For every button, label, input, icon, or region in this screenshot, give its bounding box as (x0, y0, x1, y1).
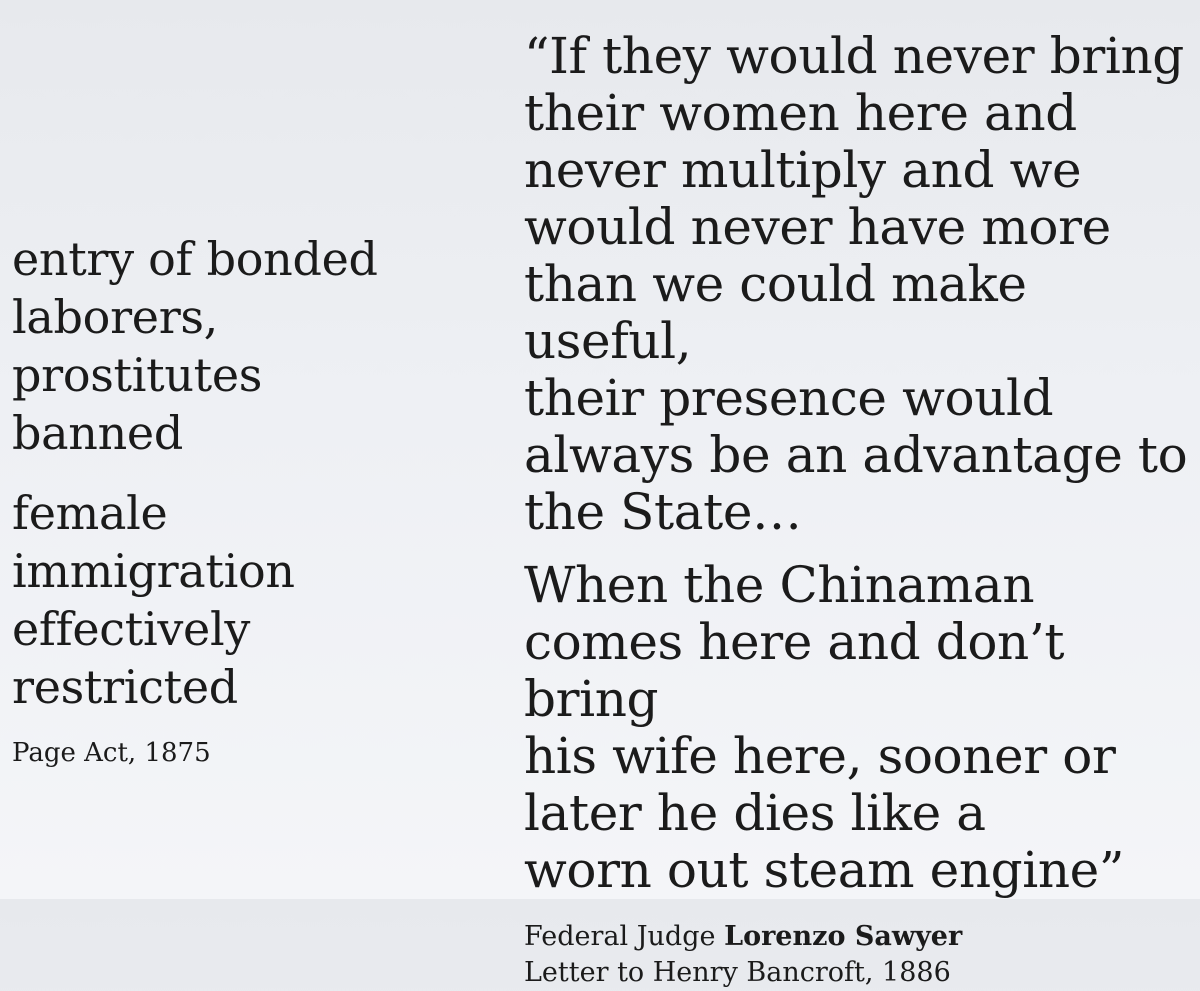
speaker-line: Federal Judge Lorenzo Sawyer (524, 919, 1194, 955)
slide: entry of bonded laborers, prostitutes ba… (0, 0, 1200, 989)
left-column: entry of bonded laborers, prostitutes ba… (12, 230, 432, 768)
right-column: “If they would never bring their women h… (524, 28, 1194, 991)
quote-first-paragraph: “If they would never bring their women h… (524, 27, 1188, 541)
quote-second-paragraph: When the Chinaman comes here and don’t b… (524, 556, 1124, 899)
quote-source: Letter to Henry Bancroft, 1886 (524, 957, 951, 988)
speaker-title: Federal Judge (524, 921, 716, 952)
quote-attribution: Federal Judge Lorenzo Sawyer Letter to H… (524, 919, 1194, 991)
speaker-name: Lorenzo Sawyer (724, 921, 963, 952)
page-act-citation: Page Act, 1875 (12, 738, 211, 768)
statement-female-immigration: female immigration effectively restricte… (12, 486, 295, 714)
statement-bonded-laborers: entry of bonded laborers, prostitutes ba… (12, 232, 378, 460)
